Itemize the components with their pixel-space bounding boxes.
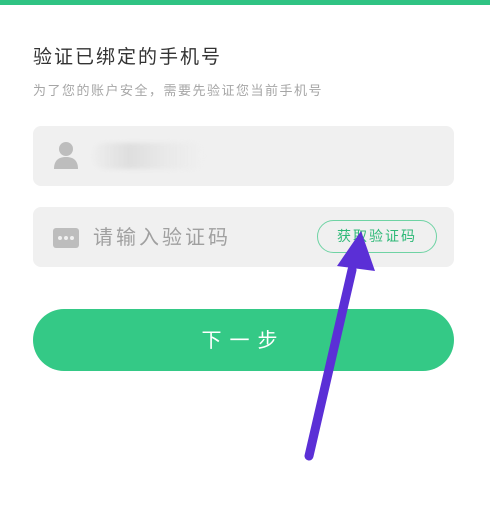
next-step-button[interactable]: 下一步 [33, 309, 454, 371]
message-icon [53, 228, 79, 248]
top-accent-bar [0, 0, 490, 5]
get-code-button[interactable]: 获取验证码 [317, 220, 437, 253]
code-field: 获取验证码 [33, 207, 454, 267]
verify-phone-page: 验证已绑定的手机号 为了您的账户安全，需要先验证您当前手机号 获取验证码 下一步 [0, 0, 490, 513]
page-subtitle: 为了您的账户安全，需要先验证您当前手机号 [33, 84, 324, 99]
phone-number-masked [93, 143, 203, 169]
phone-field [33, 126, 454, 186]
verification-code-input[interactable] [93, 221, 293, 253]
page-title: 验证已绑定的手机号 [33, 46, 223, 68]
user-icon [54, 142, 78, 169]
